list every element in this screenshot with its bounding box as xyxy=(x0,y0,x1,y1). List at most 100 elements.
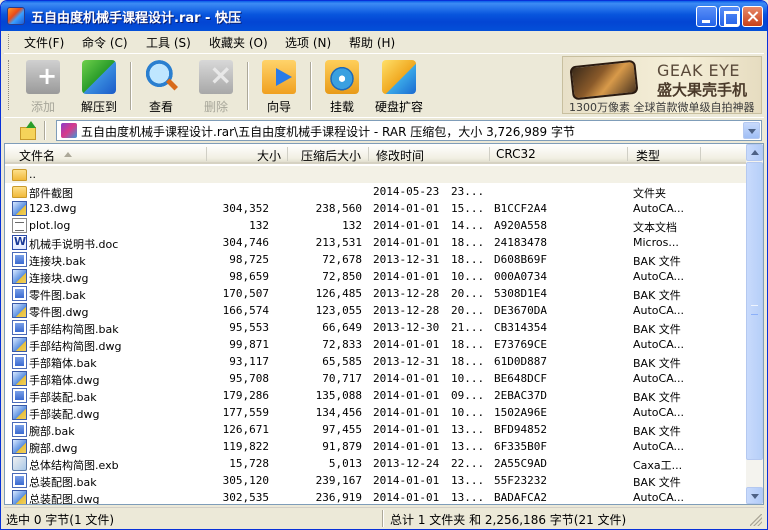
column-divider[interactable] xyxy=(627,147,628,161)
file-name: 123.dwg xyxy=(29,202,77,215)
file-name: 部件截图 xyxy=(29,187,73,200)
file-row[interactable]: 腕部.dwg 119,822 91,879 2014-01-01 13... 6F335B… xyxy=(5,438,747,455)
file-list[interactable]: 文件名 大小 压缩后大小 修改时间 CRC32 类型 .. 部件截图 2014-05… xyxy=(4,143,764,505)
file-crc: 24183478 xyxy=(494,236,547,249)
file-row[interactable]: 部件截图 2014-05-23 23... 文件夹 xyxy=(5,183,747,200)
file-row[interactable]: 手部装配.dwg 177,559 134,456 2014-01-01 10... 150… xyxy=(5,404,747,421)
add-label: 添加 xyxy=(30,100,55,114)
column-divider[interactable] xyxy=(206,147,207,161)
file-row[interactable]: 连接块.dwg 98,659 72,850 2014-01-01 10... 000A07… xyxy=(5,268,747,285)
mount-button[interactable]: 挂载 xyxy=(317,58,367,114)
file-type: AutoCA... xyxy=(633,338,685,351)
file-row[interactable]: 手部箱体.bak 93,117 65,585 2013-12-31 18... 61D0D… xyxy=(5,353,747,370)
scroll-down-button[interactable] xyxy=(746,487,763,504)
menu-tools[interactable]: 工具 (S) xyxy=(146,34,191,51)
column-modified[interactable]: 修改时间 xyxy=(376,147,424,164)
column-divider[interactable] xyxy=(489,147,490,161)
maximize-button[interactable] xyxy=(719,6,740,27)
file-row[interactable]: 连接块.bak 98,725 72,678 2013-12-31 18... D608B6… xyxy=(5,251,747,268)
file-packed-size: 72,850 xyxy=(322,270,362,283)
file-row[interactable]: 手部结构简图.dwg 99,871 72,833 2014-01-01 18... E73… xyxy=(5,336,747,353)
file-date: 2014-01-01 xyxy=(373,219,440,232)
file-crc: 55F23232 xyxy=(494,474,547,487)
file-row[interactable]: 手部结构简图.bak 95,553 66,649 2013-12-30 21... CB3… xyxy=(5,319,747,336)
file-row[interactable]: 总装配图.dwg 302,535 236,919 2014-01-01 13... BAD… xyxy=(5,489,747,504)
title-bar[interactable]: 五自由度机械手课程设计.rar - 快压 xyxy=(1,1,767,31)
up-folder-button[interactable] xyxy=(18,121,38,140)
file-packed-size: 5,013 xyxy=(328,457,362,470)
sort-ascending-icon xyxy=(64,152,72,157)
file-type: 文件夹 xyxy=(633,187,666,200)
file-row[interactable]: 零件图.bak 170,507 126,485 2013-12-28 20... 5308… xyxy=(5,285,747,302)
file-packed-size: 132 xyxy=(342,219,362,232)
menubar-grip[interactable] xyxy=(8,34,11,49)
file-type: AutoCA... xyxy=(633,202,685,215)
file-row[interactable]: 总装配图.bak 305,120 239,167 2014-01-01 13... 55F… xyxy=(5,472,747,489)
dwg-icon xyxy=(12,439,27,454)
file-size: 98,725 xyxy=(229,253,269,266)
dwg-icon xyxy=(12,490,27,504)
file-row[interactable]: 机械手说明书.doc 304,746 213,531 2014-01-01 18... 2… xyxy=(5,234,747,251)
file-row[interactable]: 123.dwg 304,352 238,560 2014-01-01 15... B1CC… xyxy=(5,200,747,217)
file-date: 2014-05-23 xyxy=(373,185,440,198)
menu-favorites[interactable]: 收藏夹 (O) xyxy=(209,34,268,51)
column-divider[interactable] xyxy=(368,147,369,161)
column-divider[interactable] xyxy=(700,147,701,161)
wizard-button[interactable]: 向导 xyxy=(254,58,304,114)
file-row[interactable]: 手部箱体.dwg 95,708 70,717 2014-01-01 10... BE648… xyxy=(5,370,747,387)
file-row[interactable]: 总体结构简图.exb 15,728 5,013 2013-12-24 22... 2A55… xyxy=(5,455,747,472)
file-time: 13... xyxy=(451,440,485,453)
file-type: AutoCA... xyxy=(633,440,685,453)
menu-help[interactable]: 帮助 (H) xyxy=(349,34,395,51)
vertical-scrollbar[interactable] xyxy=(746,144,763,504)
file-crc: DE3670DA xyxy=(494,304,547,317)
column-type[interactable]: 类型 xyxy=(636,147,660,164)
file-size: 15,728 xyxy=(229,457,269,470)
file-row[interactable]: plot.log 132 132 2014-01-01 14... A920A558 文本文… xyxy=(5,217,747,234)
column-crc[interactable]: CRC32 xyxy=(496,147,536,161)
menu-file[interactable]: 文件(F) xyxy=(24,34,64,51)
file-packed-size: 236,919 xyxy=(315,491,362,504)
file-name: 手部箱体.bak xyxy=(29,357,97,370)
file-type: Micros... xyxy=(633,236,679,249)
file-row[interactable]: 腕部.bak 126,671 97,455 2014-01-01 13... BFD948… xyxy=(5,421,747,438)
file-type: BAK 文件 xyxy=(633,255,681,268)
add-button[interactable]: 添加 xyxy=(18,58,68,114)
file-crc: BE648DCF xyxy=(494,372,547,385)
dwg-icon xyxy=(12,371,27,386)
address-field[interactable]: 五自由度机械手课程设计.rar\五自由度机械手课程设计 - RAR 压缩包，大小… xyxy=(56,120,762,141)
resize-grip[interactable] xyxy=(750,514,762,526)
file-row[interactable]: 零件图.dwg 166,574 123,055 2013-12-28 20... DE36… xyxy=(5,302,747,319)
file-date: 2014-01-01 xyxy=(373,202,440,215)
toolbar-grip[interactable] xyxy=(8,60,11,110)
close-button[interactable] xyxy=(742,6,763,27)
column-packed[interactable]: 压缩后大小 xyxy=(301,147,361,164)
file-size: 305,120 xyxy=(222,474,269,487)
wizard-icon xyxy=(262,60,296,94)
file-packed-size: 213,531 xyxy=(315,236,362,249)
address-dropdown-button[interactable] xyxy=(743,122,760,139)
ad-brand: GEAK EYE xyxy=(657,61,741,80)
extract-to-button[interactable]: 解压到 xyxy=(74,58,124,114)
column-divider[interactable] xyxy=(287,147,288,161)
folder-icon xyxy=(12,169,27,181)
ad-banner[interactable]: GEAK EYE 盛大果壳手机 1300万像素 全球首款微单级自拍神器 xyxy=(562,56,762,114)
address-bar: 五自由度机械手课程设计.rar\五自由度机械手课程设计 - RAR 压缩包，大小… xyxy=(4,117,764,142)
minimize-button[interactable] xyxy=(696,6,717,27)
menu-command[interactable]: 命令 (C) xyxy=(82,34,128,51)
app-icon[interactable] xyxy=(7,7,25,25)
file-name: 手部箱体.dwg xyxy=(29,374,100,387)
scroll-thumb[interactable] xyxy=(746,162,763,460)
delete-button[interactable]: 删除 xyxy=(191,58,241,114)
scroll-up-button[interactable] xyxy=(746,144,763,161)
dwg-icon xyxy=(12,201,27,216)
column-name[interactable]: 文件名 xyxy=(19,147,55,164)
file-row[interactable]: 手部装配.bak 179,286 135,088 2014-01-01 09... 2EB… xyxy=(5,387,747,404)
file-name: 手部装配.bak xyxy=(29,391,97,404)
menu-options[interactable]: 选项 (N) xyxy=(285,34,331,51)
status-divider xyxy=(382,510,384,527)
view-button[interactable]: 查看 xyxy=(136,58,186,114)
column-size[interactable]: 大小 xyxy=(257,147,281,164)
disk-expand-button[interactable]: 硬盘扩容 xyxy=(374,58,424,114)
parent-folder-row[interactable]: .. xyxy=(5,166,747,183)
